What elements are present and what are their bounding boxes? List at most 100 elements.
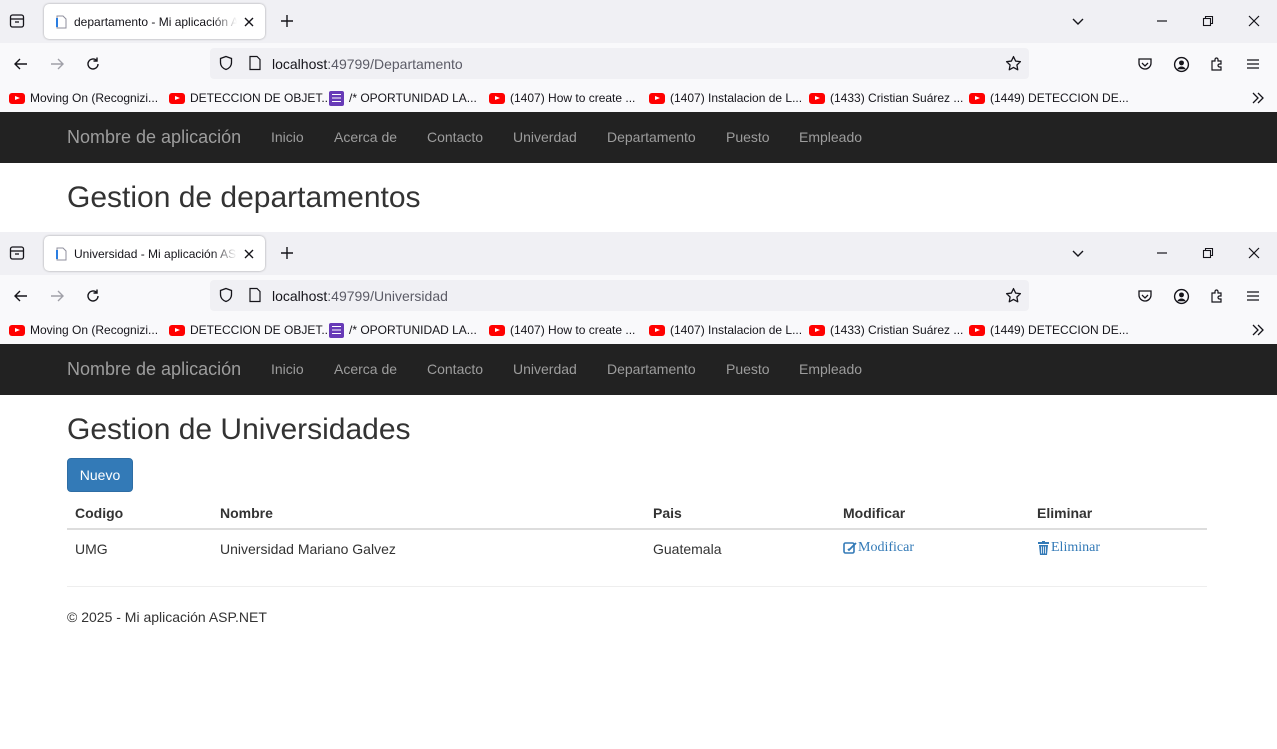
nav-link-inicio[interactable]: Inicio	[271, 129, 304, 145]
bookmark-item[interactable]: (1449) DETECCION DE...	[969, 90, 1129, 106]
bookmark-item[interactable]: (1407) Instalacion de L...	[649, 90, 802, 106]
table-header-row: Codigo Nombre Pais Modificar Eliminar	[67, 498, 1207, 530]
bookmark-item[interactable]: (1407) Instalacion de L...	[649, 322, 802, 338]
new-tab-plus-icon[interactable]	[277, 11, 297, 31]
browser-window-departamento: departamento - Mi aplicación ASP.NET	[0, 0, 1277, 232]
account-icon[interactable]	[1169, 284, 1193, 308]
column-header-modificar: Modificar	[835, 498, 1029, 530]
site-brand-link[interactable]: Nombre de aplicación	[67, 127, 241, 148]
pocket-icon[interactable]	[1133, 284, 1157, 308]
url-path: :49799/Universidad	[327, 288, 448, 304]
bookmark-item[interactable]: (1407) How to create ...	[489, 322, 635, 338]
new-university-button[interactable]: Nuevo	[67, 458, 133, 492]
nav-link-puesto[interactable]: Puesto	[726, 129, 770, 145]
nav-link-empleado[interactable]: Empleado	[799, 361, 862, 377]
close-window-icon[interactable]	[1243, 10, 1265, 32]
bookmark-label: /* OPORTUNIDAD LA...	[349, 91, 477, 105]
bookmark-item[interactable]: (1433) Cristian Suárez ...	[809, 90, 963, 106]
edit-icon	[843, 541, 857, 554]
column-header-nombre: Nombre	[212, 498, 645, 530]
nav-link-departamento[interactable]: Departamento	[607, 129, 696, 145]
bookmark-item[interactable]: (1449) DETECCION DE...	[969, 322, 1129, 338]
forward-arrow-icon[interactable]	[45, 284, 69, 308]
list-all-tabs-chevron-icon[interactable]	[1067, 10, 1089, 32]
back-arrow-icon[interactable]	[9, 52, 33, 76]
minimize-icon[interactable]	[1151, 242, 1173, 264]
pocket-icon[interactable]	[1133, 52, 1157, 76]
bookmark-item[interactable]: Moving On (Recognizi...	[9, 322, 158, 338]
extensions-puzzle-icon[interactable]	[1205, 52, 1229, 76]
tab-departamento[interactable]: departamento - Mi aplicación ASP.NET	[44, 4, 265, 39]
bookmark-label: Moving On (Recognizi...	[30, 91, 159, 105]
page-info-icon[interactable]	[246, 54, 264, 72]
nav-link-acerca-de[interactable]: Acerca de	[334, 129, 397, 145]
close-tab-icon[interactable]	[241, 14, 257, 30]
bookmark-item[interactable]: /* OPORTUNIDAD LA...	[329, 90, 477, 106]
reload-icon[interactable]	[81, 52, 105, 76]
bookmark-item[interactable]: /* OPORTUNIDAD LA...	[329, 322, 477, 338]
forms-icon	[329, 322, 344, 338]
youtube-icon	[649, 92, 665, 104]
tracking-protection-shield-icon[interactable]	[217, 286, 235, 304]
page-title: Gestion de Universidades	[67, 413, 411, 446]
url-bar[interactable]: localhost:49799/Departamento	[210, 48, 1029, 79]
cell-nombre: Universidad Mariano Galvez	[220, 540, 396, 557]
bookmark-label: (1407) Instalacion de L...	[670, 323, 803, 337]
bookmark-label: (1449) DETECCION DE...	[990, 91, 1129, 105]
tracking-protection-shield-icon[interactable]	[217, 54, 235, 72]
nav-link-departamento[interactable]: Departamento	[607, 361, 696, 377]
account-icon[interactable]	[1169, 52, 1193, 76]
tab-universidad[interactable]: Universidad - Mi aplicación ASP.NET	[44, 236, 265, 271]
minimize-icon[interactable]	[1151, 10, 1173, 32]
url-host: localhost	[272, 56, 328, 72]
nav-link-contacto[interactable]: Contacto	[427, 361, 483, 377]
url-path: :49799/Departamento	[327, 56, 463, 72]
firefox-view-icon[interactable]	[6, 242, 28, 264]
nav-link-univerdad[interactable]: Univerdad	[513, 129, 577, 145]
bookmark-label: (1433) Cristian Suárez ...	[830, 323, 964, 337]
column-header-eliminar: Eliminar	[1029, 498, 1207, 530]
restore-icon[interactable]	[1197, 10, 1219, 32]
back-arrow-icon[interactable]	[9, 284, 33, 308]
tab-strip: Universidad - Mi aplicación ASP.NET	[0, 232, 1277, 275]
nav-link-puesto[interactable]: Puesto	[726, 361, 770, 377]
bookmark-item[interactable]: (1433) Cristian Suárez ...	[809, 322, 963, 338]
nav-link-empleado[interactable]: Empleado	[799, 129, 862, 145]
reload-icon[interactable]	[81, 284, 105, 308]
bookmark-star-icon[interactable]	[1003, 53, 1023, 73]
bookmark-item[interactable]: Moving On (Recognizi...	[9, 90, 158, 106]
modify-link[interactable]: Modificar	[843, 540, 914, 556]
close-tab-icon[interactable]	[241, 246, 257, 262]
close-window-icon[interactable]	[1243, 242, 1265, 264]
table-row: UMG Universidad Mariano Galvez Guatemala…	[67, 529, 1207, 567]
more-bookmarks-chevron-icon[interactable]	[1249, 89, 1267, 107]
delete-link[interactable]: Eliminar	[1037, 540, 1100, 556]
menu-hamburger-icon[interactable]	[1241, 52, 1265, 76]
extensions-puzzle-icon[interactable]	[1205, 284, 1229, 308]
url-bar[interactable]: localhost:49799/Universidad	[210, 280, 1029, 311]
more-bookmarks-chevron-icon[interactable]	[1249, 321, 1267, 339]
bookmark-item[interactable]: DETECCION DE OBJET...	[169, 322, 331, 338]
bookmark-item[interactable]: DETECCION DE OBJET...	[169, 90, 331, 106]
site-brand-link[interactable]: Nombre de aplicación	[67, 359, 241, 380]
url-text[interactable]: localhost:49799/Departamento	[272, 56, 463, 72]
bookmark-label: (1449) DETECCION DE...	[990, 323, 1129, 337]
bookmark-label: DETECCION DE OBJET...	[190, 323, 332, 337]
list-all-tabs-chevron-icon[interactable]	[1067, 242, 1089, 264]
menu-hamburger-icon[interactable]	[1241, 284, 1265, 308]
nav-link-univerdad[interactable]: Univerdad	[513, 361, 577, 377]
nav-link-contacto[interactable]: Contacto	[427, 129, 483, 145]
firefox-view-icon[interactable]	[6, 10, 28, 32]
youtube-icon	[9, 92, 25, 104]
nav-link-inicio[interactable]: Inicio	[271, 361, 304, 377]
nav-link-acerca-de[interactable]: Acerca de	[334, 361, 397, 377]
tab-title: departamento - Mi aplicación ASP.NET	[74, 14, 237, 29]
url-text[interactable]: localhost:49799/Universidad	[272, 288, 448, 304]
bookmark-star-icon[interactable]	[1003, 285, 1023, 305]
page-info-icon[interactable]	[246, 286, 264, 304]
new-tab-plus-icon[interactable]	[277, 243, 297, 263]
page-favicon-icon	[54, 15, 68, 29]
bookmark-item[interactable]: (1407) How to create ...	[489, 90, 635, 106]
restore-icon[interactable]	[1197, 242, 1219, 264]
forward-arrow-icon[interactable]	[45, 52, 69, 76]
